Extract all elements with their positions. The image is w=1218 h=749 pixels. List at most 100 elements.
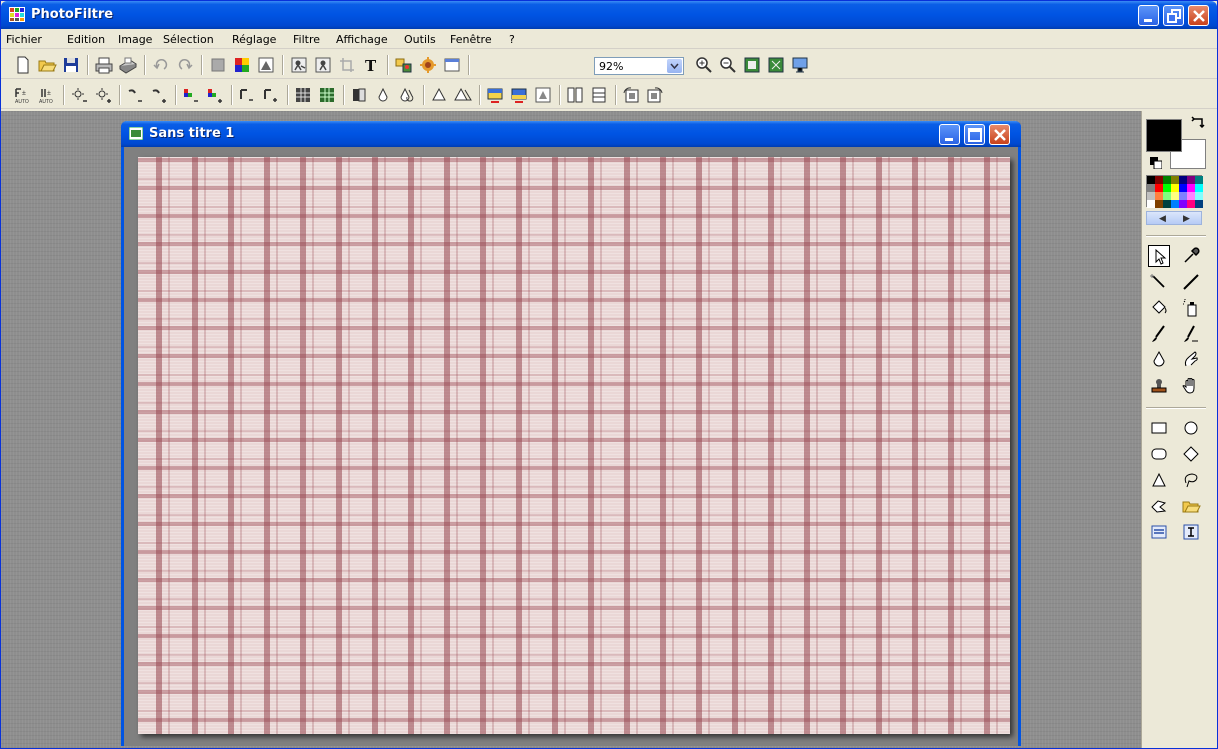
color-palette[interactable] xyxy=(1146,175,1203,208)
redo-button[interactable] xyxy=(175,55,195,75)
canvas-size-button[interactable] xyxy=(589,85,609,105)
magic-wand-tool[interactable] xyxy=(1148,271,1170,293)
polygon-shape-tool[interactable] xyxy=(1148,495,1170,517)
menu-selection[interactable]: Sélection xyxy=(163,33,214,46)
foreground-color-swatch[interactable] xyxy=(1146,119,1182,152)
new-button[interactable] xyxy=(13,55,33,75)
diamond-shape-tool[interactable] xyxy=(1180,443,1202,465)
window-button[interactable] xyxy=(442,55,462,75)
brightness-minus-button[interactable] xyxy=(69,85,89,105)
eyedropper-tool[interactable] xyxy=(1180,245,1202,267)
toolbar-separator xyxy=(343,85,345,105)
text-selection-tool[interactable] xyxy=(1148,521,1170,543)
menu-outils[interactable]: Outils xyxy=(404,33,436,46)
fullscreen-button[interactable] xyxy=(790,55,810,75)
grid-button[interactable] xyxy=(293,85,313,105)
spray-tool[interactable] xyxy=(1180,297,1202,319)
grayscale-button[interactable] xyxy=(349,85,369,105)
gamma-minus-button[interactable] xyxy=(237,85,257,105)
zoom-select[interactable]: 92% xyxy=(594,57,684,75)
menu-image[interactable]: Image xyxy=(118,33,152,46)
menu-filtre[interactable]: Filtre xyxy=(293,33,320,46)
chevron-right-icon[interactable]: ▶ xyxy=(1183,213,1190,224)
contrast-minus-button[interactable] xyxy=(125,85,145,105)
close-button[interactable] xyxy=(1188,5,1209,26)
flip-vertical-button[interactable] xyxy=(509,85,529,105)
fade-button[interactable] xyxy=(208,55,228,75)
mask-button[interactable] xyxy=(256,55,276,75)
stamp-button[interactable] xyxy=(313,55,333,75)
ellipse-shape-tool[interactable] xyxy=(1180,417,1202,439)
document-close-button[interactable] xyxy=(989,124,1010,145)
brush-tool[interactable] xyxy=(1148,323,1170,345)
title-bar[interactable]: PhotoFiltre xyxy=(1,1,1217,29)
chevron-left-icon[interactable]: ◀ xyxy=(1159,213,1166,224)
selection-button[interactable] xyxy=(289,55,309,75)
auto-contrast-button[interactable]: ± AUTO xyxy=(37,85,57,105)
smudge-tool[interactable] xyxy=(1180,349,1202,371)
zoom-out-button[interactable] xyxy=(718,55,738,75)
rounded-rect-shape-tool[interactable] xyxy=(1148,443,1170,465)
crop-button[interactable] xyxy=(337,55,357,75)
chevron-down-icon[interactable] xyxy=(667,59,682,73)
zoom-in-button[interactable] xyxy=(694,55,714,75)
save-button[interactable] xyxy=(61,55,81,75)
mosaic-button[interactable] xyxy=(317,85,337,105)
menu-affichage[interactable]: Affichage xyxy=(336,33,388,46)
clone-stamp-tool[interactable] xyxy=(1148,375,1170,397)
blur-button[interactable] xyxy=(373,85,393,105)
sharpen-more-button[interactable] xyxy=(453,85,473,105)
stamp-icon xyxy=(1151,379,1167,393)
rotate-right-button[interactable] xyxy=(645,85,665,105)
document-minimize-button[interactable] xyxy=(939,124,960,145)
undo-button[interactable] xyxy=(151,55,171,75)
select-tool[interactable] xyxy=(1148,245,1170,267)
menu-reglage[interactable]: Réglage xyxy=(232,33,276,46)
minimize-icon xyxy=(1144,19,1152,22)
triangle-shape-tool[interactable] xyxy=(1148,469,1170,491)
menu-help[interactable]: ? xyxy=(509,33,515,46)
auto-levels-button[interactable]: ± AUTO xyxy=(13,85,33,105)
menu-fichier[interactable]: Fichier xyxy=(6,33,42,46)
document-maximize-button[interactable] xyxy=(964,124,985,145)
open-selection-tool[interactable] xyxy=(1180,495,1202,517)
blur-more-button[interactable] xyxy=(397,85,417,105)
text-button[interactable]: T xyxy=(361,55,381,75)
menu-fenetre[interactable]: Fenêtre xyxy=(450,33,492,46)
reset-colors-icon[interactable] xyxy=(1150,157,1162,169)
actual-size-button[interactable] xyxy=(742,55,762,75)
open-button[interactable] xyxy=(37,55,57,75)
blur-tool[interactable] xyxy=(1148,349,1170,371)
contrast-plus-button[interactable] xyxy=(149,85,169,105)
text-cursor-tool[interactable] xyxy=(1180,521,1202,543)
frame-button[interactable] xyxy=(565,85,585,105)
line-tool[interactable] xyxy=(1180,271,1202,293)
plugins-button[interactable] xyxy=(418,55,438,75)
document-title-bar[interactable]: Sans titre 1 xyxy=(121,121,1021,147)
minimize-button[interactable] xyxy=(1138,5,1159,26)
sun-plus-icon xyxy=(96,88,111,103)
restore-button[interactable] xyxy=(1163,5,1184,26)
hand-tool[interactable] xyxy=(1180,375,1202,397)
gamma-plus-button[interactable] xyxy=(261,85,281,105)
toolbar-separator xyxy=(615,85,617,105)
image-canvas[interactable] xyxy=(138,157,1010,734)
print-button[interactable] xyxy=(94,55,114,75)
scan-button[interactable] xyxy=(118,55,138,75)
sharpen-button[interactable] xyxy=(429,85,449,105)
brightness-plus-button[interactable] xyxy=(93,85,113,105)
lasso-shape-tool[interactable] xyxy=(1180,469,1202,491)
saturation-plus-button[interactable] xyxy=(205,85,225,105)
saturation-minus-button[interactable] xyxy=(181,85,201,105)
flip-horizontal-button[interactable] xyxy=(485,85,505,105)
rotate-left-button[interactable] xyxy=(621,85,641,105)
swap-colors-icon[interactable] xyxy=(1190,115,1208,133)
menu-edition[interactable]: Edition xyxy=(67,33,105,46)
rotate-button[interactable] xyxy=(533,85,553,105)
browser-button[interactable] xyxy=(394,55,414,75)
advanced-brush-tool[interactable] xyxy=(1180,323,1202,345)
rectangle-shape-tool[interactable] xyxy=(1148,417,1170,439)
fill-tool[interactable] xyxy=(1148,297,1170,319)
fit-window-button[interactable] xyxy=(766,55,786,75)
filter-button[interactable] xyxy=(232,55,252,75)
